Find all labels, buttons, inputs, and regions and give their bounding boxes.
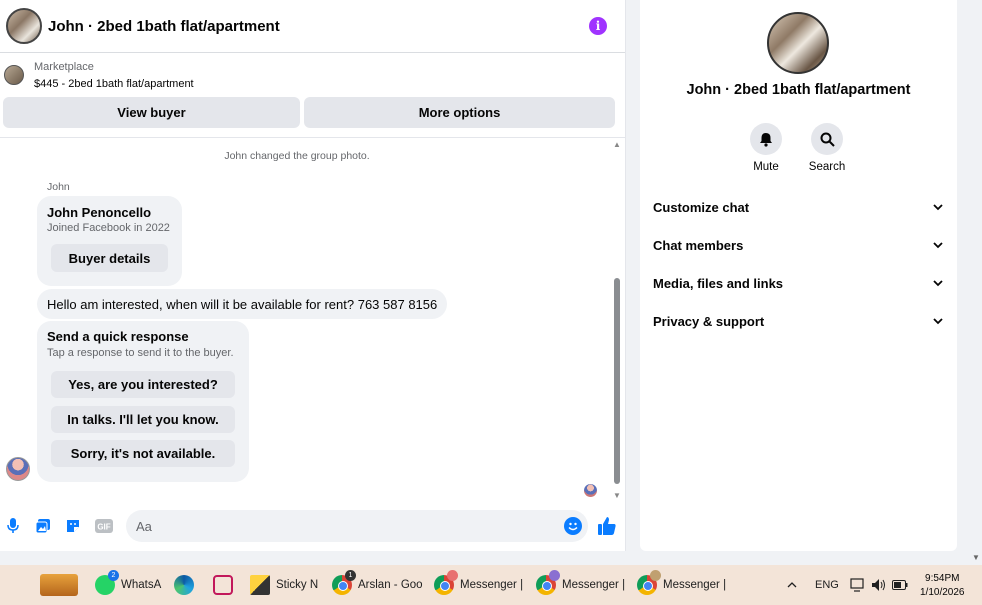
taskbar-whatsapp[interactable]: 2 WhatsA (95, 570, 162, 599)
battery-icon[interactable] (892, 565, 908, 605)
chevron-down-icon (933, 318, 943, 325)
svg-text:GIF: GIF (97, 523, 110, 532)
chrome-icon (536, 570, 560, 595)
profile-badge (650, 570, 661, 581)
section-label: Media, files and links (653, 275, 784, 291)
listing-actions: View buyer More options (3, 97, 615, 128)
media-files-links-section[interactable]: Media, files and links (653, 268, 943, 298)
info-icon[interactable]: i (589, 17, 607, 35)
system-message: John changed the group photo. (224, 150, 370, 162)
photo-icon[interactable] (34, 517, 52, 535)
sticker-icon[interactable] (64, 517, 82, 535)
taskbar-chrome-messenger-1[interactable]: Messenger | (434, 570, 524, 599)
notification-badge: 1 (345, 570, 356, 581)
buyer-details-button[interactable]: Buyer details (51, 244, 168, 272)
message-list: John changed the group photo. John John … (0, 138, 614, 501)
conversation-info-panel: John · 2bed 1bath flat/apartment Mute Se… (640, 0, 957, 551)
volume-icon[interactable] (871, 565, 886, 605)
taskbar-label: WhatsA (121, 579, 162, 591)
chat-panel: John · 2bed 1bath flat/apartment i Marke… (0, 0, 626, 551)
listing-thumbnail (4, 65, 24, 85)
taskbar-label: Messenger | (663, 579, 727, 591)
composer: GIF (0, 510, 626, 542)
quick-response-title: Send a quick response (47, 329, 189, 344)
taskbar-label: Messenger | (562, 579, 626, 591)
quick-response-option[interactable]: Yes, are you interested? (51, 371, 235, 398)
message-input[interactable] (126, 510, 588, 542)
marketplace-label: Marketplace (34, 61, 94, 73)
view-buyer-button[interactable]: View buyer (3, 97, 301, 128)
chrome-icon (637, 570, 661, 595)
edge-icon[interactable] (174, 571, 200, 599)
taskbar-label: Arslan - Goo (358, 579, 423, 591)
section-label: Chat members (653, 237, 744, 253)
page-scroll-down-icon[interactable]: ▼ (972, 553, 980, 562)
quick-response-option[interactable]: Sorry, it's not available. (51, 440, 235, 467)
emoji-icon[interactable] (564, 517, 582, 535)
show-hidden-icons-icon[interactable] (787, 565, 797, 605)
scroll-up-arrow-icon[interactable]: ▲ (613, 140, 621, 149)
privacy-support-section[interactable]: Privacy & support (653, 306, 943, 336)
sticky-notes-icon (250, 575, 270, 595)
chevron-down-icon (933, 280, 943, 287)
section-label: Customize chat (653, 199, 750, 215)
gif-icon[interactable]: GIF (95, 517, 113, 535)
search-button[interactable]: Search (797, 123, 857, 173)
microphone-icon[interactable] (4, 517, 22, 535)
system-clock[interactable]: 9:54PM 1/10/2026 (920, 572, 965, 600)
sender-name: John (47, 181, 70, 193)
scroll-thumb[interactable] (614, 278, 620, 484)
customize-chat-section[interactable]: Customize chat (653, 192, 943, 222)
conversation-avatar[interactable] (767, 12, 829, 74)
profile-badge (549, 570, 560, 581)
language-indicator[interactable]: ENG (815, 565, 839, 605)
buyer-name: John Penoncello (47, 205, 152, 220)
more-options-button[interactable]: More options (304, 97, 615, 128)
marketplace-listing[interactable]: Marketplace $445 - 2bed 1bath flat/apart… (0, 53, 625, 93)
section-label: Privacy & support (653, 313, 765, 329)
quick-response-subtitle: Tap a response to send it to the buyer. (47, 347, 234, 359)
taskbar-chrome-arslan[interactable]: 1 Arslan - Goo (332, 570, 423, 599)
thumbs-up-icon[interactable] (597, 516, 617, 536)
taskbar-label: Messenger | (460, 579, 524, 591)
snipping-tool-icon[interactable] (213, 571, 239, 599)
taskbar-sticky-notes[interactable]: Sticky N (250, 571, 318, 599)
scroll-down-arrow-icon[interactable]: ▼ (613, 491, 621, 500)
chat-title[interactable]: John · 2bed 1bath flat/apartment (48, 18, 280, 35)
chevron-down-icon (933, 242, 943, 249)
listing-summary: $445 - 2bed 1bath flat/apartment (34, 78, 194, 90)
clock-time: 9:54PM (925, 573, 960, 584)
notification-badge: 2 (108, 570, 119, 581)
buyer-joined: Joined Facebook in 2022 (47, 222, 170, 234)
message-bubble[interactable]: Hello am interested, when will it be ava… (37, 289, 448, 319)
taskbar-chrome-messenger-3[interactable]: Messenger | (637, 570, 727, 599)
seen-indicator-avatar (584, 484, 597, 497)
clock-date: 1/10/2026 (920, 587, 965, 598)
taskbar-chrome-messenger-2[interactable]: Messenger | (536, 570, 626, 599)
whatsapp-icon: 2 (95, 570, 119, 595)
taskbar: 2 WhatsA Sticky N 1 Arslan - Goo Messeng… (0, 565, 982, 605)
conversation-title: John · 2bed 1bath flat/apartment (686, 82, 911, 98)
chevron-down-icon (933, 204, 943, 211)
widgets-icon[interactable] (40, 571, 78, 599)
sender-avatar[interactable] (6, 457, 30, 481)
taskbar-label: Sticky N (276, 579, 319, 591)
message-scrollbar[interactable]: ▲ ▼ (612, 140, 622, 500)
bell-icon[interactable] (750, 123, 782, 155)
search-icon[interactable] (811, 123, 843, 155)
chrome-icon: 1 (332, 570, 356, 595)
profile-badge (447, 570, 458, 581)
quick-response-option[interactable]: In talks. I'll let you know. (51, 406, 235, 433)
mute-button[interactable]: Mute (736, 123, 796, 173)
mute-label: Mute (753, 161, 779, 173)
network-icon[interactable] (850, 565, 866, 605)
buyer-profile-card: John Penoncello Joined Facebook in 2022 … (37, 196, 182, 286)
chat-avatar[interactable] (6, 8, 42, 44)
chrome-icon (434, 570, 458, 595)
quick-response-card: Send a quick response Tap a response to … (37, 321, 249, 482)
search-label: Search (808, 161, 846, 173)
chat-members-section[interactable]: Chat members (653, 230, 943, 260)
chat-header: John · 2bed 1bath flat/apartment i (0, 0, 625, 53)
